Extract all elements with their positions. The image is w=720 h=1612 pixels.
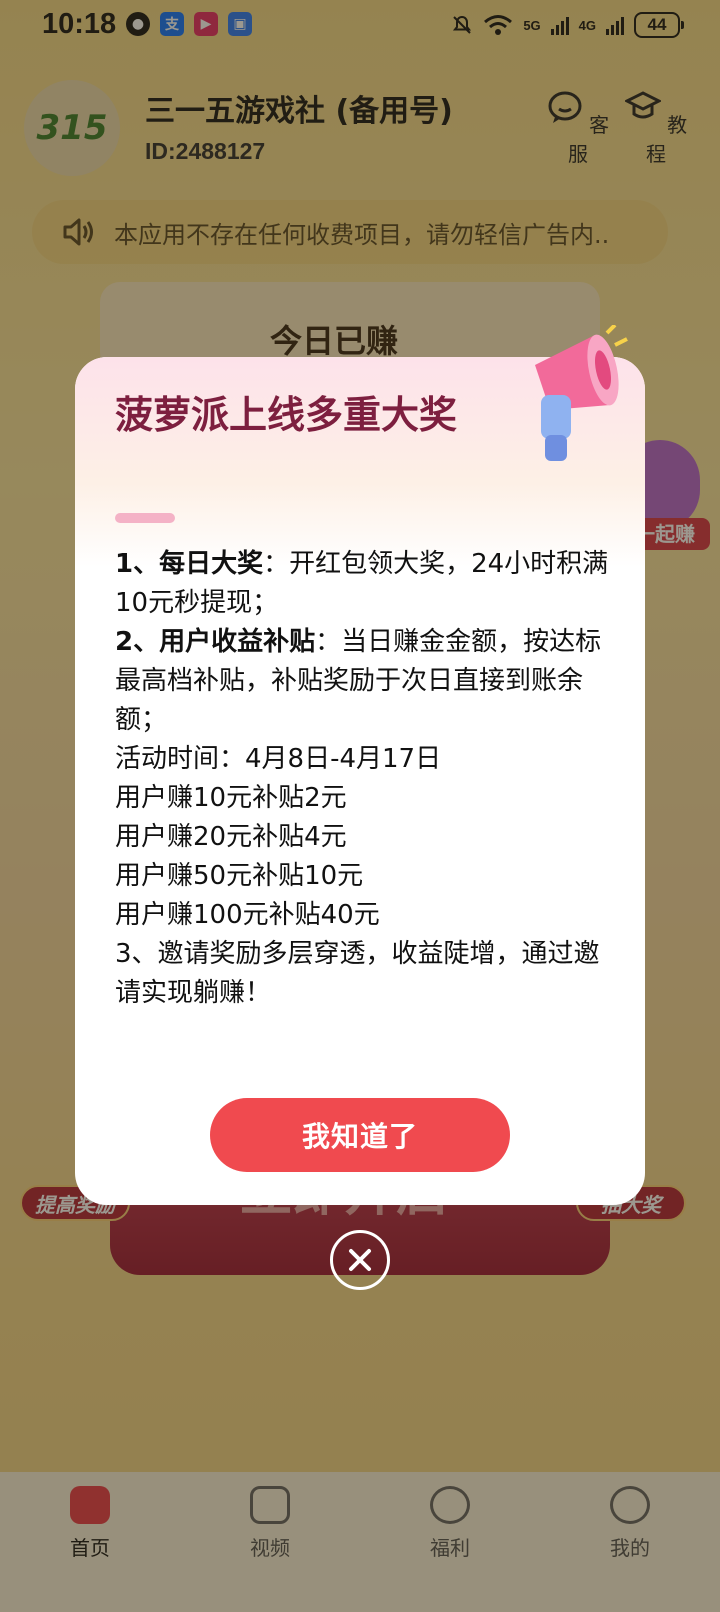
item-subsidy-head: 2、用户收益补贴 — [115, 627, 316, 657]
modal-body: 1、每日大奖：开红包领大奖，24小时积满10元秒提现； 2、用户收益补贴：当日赚… — [115, 545, 615, 1013]
megaphone-icon — [535, 325, 628, 461]
tier-line: 用户赚100元补贴40元 — [115, 900, 380, 930]
tier-line: 用户赚50元补贴10元 — [115, 861, 364, 891]
item-daily-prize: 1、每日大奖：开红包领大奖，24小时积满10元秒提现； — [115, 545, 615, 623]
activity-time: 活动时间：4月8日-4月17日 — [115, 744, 442, 774]
tier-line: 用户赚20元补贴4元 — [115, 822, 347, 852]
item-daily-prize-head: 1、每日大奖 — [115, 549, 264, 579]
close-icon — [349, 1249, 371, 1271]
close-modal-button[interactable] — [330, 1230, 390, 1290]
item-subsidy: 2、用户收益补贴：当日赚金金额，按达标最高档补贴，补贴奖励于次日直接到账余额； — [115, 623, 615, 740]
confirm-button[interactable]: 我知道了 — [210, 1098, 510, 1172]
item-invite: 3、邀请奖励多层穿透，收益陡增，通过邀请实现躺赚！ — [115, 939, 600, 1008]
tier-line: 用户赚10元补贴2元 — [115, 783, 347, 813]
modal-title: 菠萝派上线多重大奖 — [115, 393, 458, 437]
title-underline — [115, 513, 175, 523]
promo-modal: 菠萝派上线多重大奖 1、每日大奖：开红包领大奖，24小时积满10元秒提现； 2、… — [75, 357, 645, 1205]
